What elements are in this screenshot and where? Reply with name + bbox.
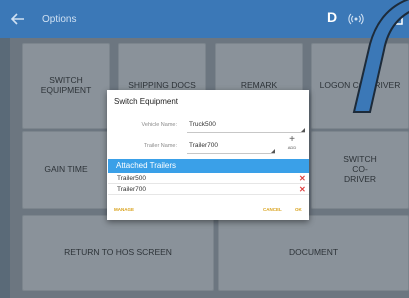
app-title: Options bbox=[42, 14, 77, 25]
add-trailer-label: ADD bbox=[287, 145, 297, 150]
switch-co-driver-button[interactable]: SWITCH CO-DRIVER bbox=[311, 131, 409, 209]
document-label: DOCUMENT bbox=[288, 247, 339, 258]
switch-equipment-button[interactable]: SWITCH EQUIPMENT bbox=[22, 43, 110, 129]
return-to-hos-button[interactable]: RETURN TO HOS SCREEN bbox=[22, 215, 214, 291]
attached-trailers-header: Attached Trailers bbox=[108, 159, 309, 173]
manage-button[interactable]: MANAGE bbox=[114, 207, 134, 212]
gain-time-label: GAIN TIME bbox=[44, 164, 88, 175]
switch-co-driver-label: SWITCH CO-DRIVER bbox=[343, 154, 377, 184]
ok-button[interactable]: OK bbox=[295, 207, 302, 212]
add-trailer-button[interactable]: + ADD bbox=[285, 135, 299, 151]
highlight-arc-graphic bbox=[352, 0, 409, 113]
vehicle-name-row: Vehicle Name: Truck500 bbox=[107, 118, 309, 134]
back-arrow-icon[interactable] bbox=[10, 12, 26, 26]
gain-time-button[interactable]: GAIN TIME bbox=[22, 131, 110, 209]
attached-trailer-row: Trailer500 ✕ bbox=[108, 174, 309, 184]
plus-icon: + bbox=[289, 134, 295, 145]
trailer-name-field[interactable]: Trailer700 bbox=[189, 142, 218, 149]
return-to-hos-label: RETURN TO HOS SCREEN bbox=[64, 247, 172, 258]
vehicle-name-underline bbox=[187, 132, 305, 133]
remove-trailer-icon[interactable]: ✕ bbox=[299, 185, 306, 194]
switch-equipment-dialog: Switch Equipment Vehicle Name: Truck500 … bbox=[107, 90, 309, 220]
attached-trailer-row: Trailer700 ✕ bbox=[108, 185, 309, 195]
attached-trailer-name: Trailer500 bbox=[117, 175, 147, 182]
switch-equipment-label: SWITCH EQUIPMENT bbox=[40, 75, 92, 95]
vehicle-name-label: Vehicle Name: bbox=[141, 122, 177, 128]
driver-status-badge[interactable]: D bbox=[327, 9, 337, 25]
attached-trailer-name: Trailer700 bbox=[117, 186, 147, 193]
remove-trailer-icon[interactable]: ✕ bbox=[299, 174, 306, 183]
trailer-name-label: Trailer Name: bbox=[143, 143, 177, 149]
vehicle-dropdown-icon[interactable] bbox=[301, 128, 305, 132]
dialog-title: Switch Equipment bbox=[114, 97, 179, 106]
trailer-name-row: Trailer Name: Trailer700 bbox=[107, 139, 309, 155]
document-button[interactable]: DOCUMENT bbox=[218, 215, 409, 291]
trailer-name-underline bbox=[187, 153, 275, 154]
vehicle-name-field[interactable]: Truck500 bbox=[189, 121, 216, 128]
dialog-actions: MANAGE CANCEL OK bbox=[107, 205, 309, 215]
cancel-button[interactable]: CANCEL bbox=[263, 207, 282, 212]
trailer-dropdown-icon[interactable] bbox=[271, 149, 275, 153]
